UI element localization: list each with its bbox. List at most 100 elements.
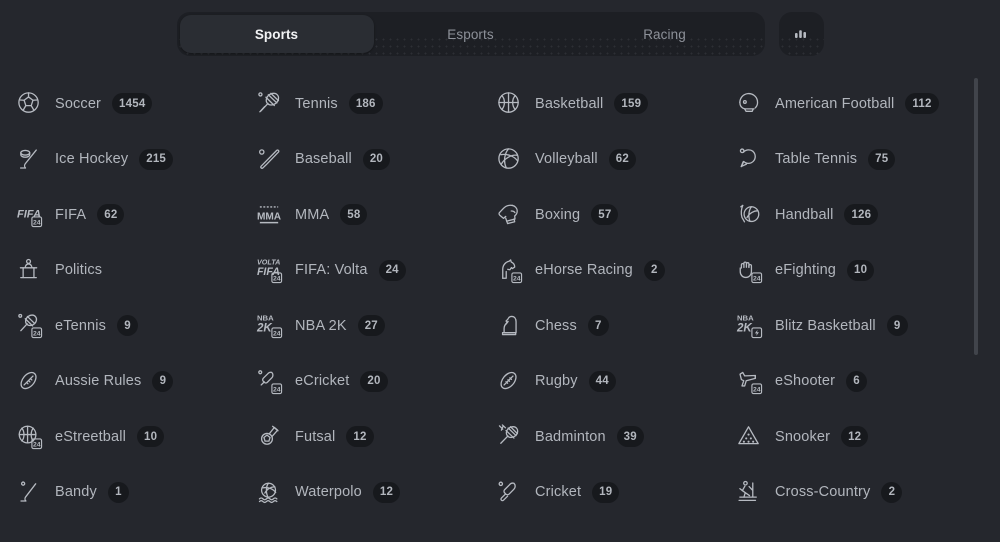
sport-item-count-badge: 10 <box>847 260 874 281</box>
sport-item-count-badge: 10 <box>137 426 164 447</box>
basketball-icon <box>494 89 524 119</box>
politics-podium-icon <box>14 255 44 285</box>
sport-item-count-badge: 112 <box>905 93 938 114</box>
horse-head-icon: 24 <box>494 255 524 285</box>
sport-item-label: Ice Hockey <box>55 151 128 167</box>
sport-item[interactable]: Ice Hockey215 <box>0 132 240 188</box>
sport-item-count-badge: 27 <box>358 315 385 336</box>
tab-racing[interactable]: Racing <box>568 15 762 53</box>
sport-item[interactable]: Handball126 <box>720 187 1000 243</box>
sport-item[interactable]: FIFA24 FIFA 62 <box>0 187 240 243</box>
tab-racing-label: Racing <box>643 27 686 42</box>
aussie-rules-ball-icon <box>14 366 44 396</box>
sport-item[interactable]: 24eCricket20 <box>240 354 480 410</box>
vertical-scrollbar[interactable] <box>974 72 978 472</box>
sport-item[interactable]: Baseball20 <box>240 132 480 188</box>
sport-item-count-badge: 57 <box>591 204 618 225</box>
sport-item-count-badge: 20 <box>363 149 390 170</box>
mma-logo-icon: MMA <box>254 200 284 230</box>
sport-item[interactable]: Rugby44 <box>480 354 720 410</box>
cricket-bat-esports-icon: 24 <box>254 366 284 396</box>
sport-item[interactable]: 24eFighting10 <box>720 243 1000 299</box>
rugby-ball-icon <box>494 366 524 396</box>
sport-item[interactable]: 24eHorse Racing2 <box>480 243 720 299</box>
sport-item[interactable]: Politics <box>0 243 240 299</box>
sport-item[interactable]: Cricket19 <box>480 465 720 521</box>
sport-item-count-badge: 62 <box>609 149 636 170</box>
sport-item-count-badge: 24 <box>379 260 406 281</box>
sport-item[interactable]: Soccer1454 <box>0 76 240 132</box>
sport-item[interactable]: NBA2K24NBA 2K27 <box>240 298 480 354</box>
tennis-racket-esports-icon: 24 <box>14 311 44 341</box>
sports-list-scroll-area[interactable]: Soccer1454Tennis186Basketball159American… <box>0 68 1000 542</box>
sport-item[interactable]: Table Tennis 75 <box>720 132 1000 188</box>
baseball-bat-icon <box>254 144 284 174</box>
fifa-volta-logo-icon: VOLTAFIFA24 <box>254 255 284 285</box>
svg-text:2K: 2K <box>256 323 273 335</box>
tab-esports[interactable]: Esports <box>374 15 568 53</box>
sport-item[interactable]: Waterpolo12 <box>240 465 480 521</box>
sport-item-label: eStreetball <box>55 429 126 445</box>
top-toolbar: Sports Esports Racing <box>0 0 1000 68</box>
sport-item-label: Futsal <box>295 429 335 445</box>
sport-item[interactable]: Futsal 12 <box>240 409 480 465</box>
sport-item-label: Table Tennis <box>775 151 857 167</box>
fist-icon: 24 <box>734 255 764 285</box>
sport-item-count-badge: 62 <box>97 204 124 225</box>
football-helmet-icon <box>734 89 764 119</box>
bandy-stick-icon <box>14 477 44 507</box>
sports-categories-page: Sports Esports Racing Soccer1454Tennis18… <box>0 0 1000 542</box>
sport-item-count-badge: 75 <box>868 149 895 170</box>
waterpolo-icon <box>254 477 284 507</box>
cricket-bat-icon <box>494 477 524 507</box>
tab-sports-label: Sports <box>255 27 298 42</box>
sport-item[interactable]: Snooker12 <box>720 409 1000 465</box>
snooker-rack-icon <box>734 422 764 452</box>
tennis-racket-icon <box>254 89 284 119</box>
sport-item-label: Chess <box>535 318 577 334</box>
category-tab-group: Sports Esports Racing <box>177 12 765 56</box>
svg-text:24: 24 <box>32 331 40 338</box>
svg-text:MMA: MMA <box>256 212 281 223</box>
sport-item-count-badge: 58 <box>340 204 367 225</box>
scrollbar-thumb[interactable] <box>974 78 978 355</box>
sport-item[interactable]: Boxing57 <box>480 187 720 243</box>
sport-item[interactable]: 24eShooter6 <box>720 354 1000 410</box>
tab-esports-label: Esports <box>447 27 493 42</box>
svg-text:24: 24 <box>752 386 760 393</box>
svg-text:24: 24 <box>32 220 40 227</box>
sport-item-label: eShooter <box>775 373 835 389</box>
sport-item-count-badge: 12 <box>346 426 373 447</box>
sport-item[interactable]: Aussie Rules9 <box>0 354 240 410</box>
sport-item-count-badge: 159 <box>614 93 648 114</box>
sport-item[interactable]: 24eTennis9 <box>0 298 240 354</box>
sport-item-count-badge: 9 <box>887 315 908 336</box>
sport-item-label: MMA <box>295 207 329 223</box>
sport-item[interactable]: Bandy1 <box>0 465 240 521</box>
sport-item-label: Soccer <box>55 96 101 112</box>
sports-grid: Soccer1454Tennis186Basketball159American… <box>0 68 1000 520</box>
sport-item-label: Rugby <box>535 373 578 389</box>
svg-text:24: 24 <box>752 275 760 282</box>
gun-icon: 24 <box>734 366 764 396</box>
sport-item[interactable]: VOLTAFIFA24FIFA: Volta24 <box>240 243 480 299</box>
statistics-button[interactable] <box>779 12 824 56</box>
sport-item[interactable]: 24eStreetball10 <box>0 409 240 465</box>
sport-item[interactable]: Cross-Country2 <box>720 465 1000 521</box>
sport-item-label: eCricket <box>295 373 349 389</box>
sport-item[interactable]: American Football112 <box>720 76 1000 132</box>
sport-item[interactable]: Chess7 <box>480 298 720 354</box>
sport-item[interactable]: NBA2KBlitz Basketball9 <box>720 298 1000 354</box>
sport-item[interactable]: Badminton39 <box>480 409 720 465</box>
sport-item-label: FIFA <box>55 207 86 223</box>
svg-text:24: 24 <box>272 386 280 393</box>
tab-sports[interactable]: Sports <box>180 15 374 53</box>
sport-item[interactable]: MMA MMA 58 <box>240 187 480 243</box>
chess-knight-icon <box>494 311 524 341</box>
sport-item[interactable]: Volleyball62 <box>480 132 720 188</box>
sport-item[interactable]: Tennis186 <box>240 76 480 132</box>
fifa-logo-icon: FIFA24 <box>14 200 44 230</box>
sport-item-label: Waterpolo <box>295 484 362 500</box>
sport-item[interactable]: Basketball159 <box>480 76 720 132</box>
nba2k-logo-icon: NBA2K24 <box>254 311 284 341</box>
